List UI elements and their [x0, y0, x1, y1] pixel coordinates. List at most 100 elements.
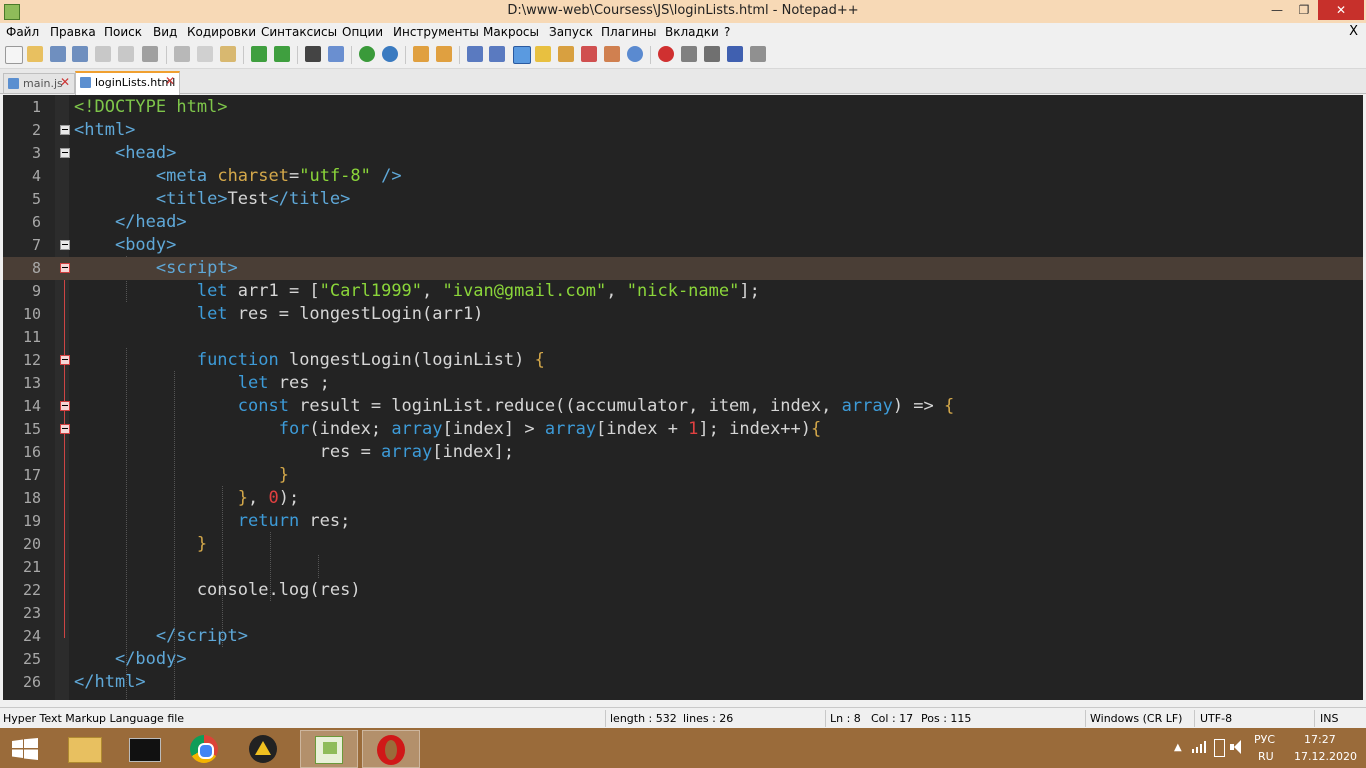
fold-toggle-icon[interactable]	[60, 401, 70, 411]
line-number: 8	[31, 259, 41, 277]
play-macro-icon[interactable]	[704, 46, 720, 62]
copy-icon[interactable]	[197, 46, 213, 62]
aimp-icon[interactable]	[236, 730, 292, 766]
stop-macro-icon[interactable]	[681, 46, 697, 62]
zoom-in-icon[interactable]	[359, 46, 375, 62]
menu-syntax[interactable]: Синтаксисы	[261, 25, 337, 39]
code-line-current: 8 <script>	[3, 257, 1363, 280]
clock-time[interactable]: 17:27	[1304, 733, 1336, 746]
command-prompt-icon[interactable]	[116, 730, 172, 766]
windows-start-icon[interactable]	[12, 738, 38, 760]
function-list-icon[interactable]	[581, 46, 597, 62]
record-macro-icon[interactable]	[658, 46, 674, 62]
tray-overflow-icon[interactable]: ▲	[1174, 742, 1182, 753]
print-icon[interactable]	[142, 46, 158, 62]
find-icon[interactable]	[305, 46, 321, 62]
replace-icon[interactable]	[328, 46, 344, 62]
open-file-icon[interactable]	[27, 46, 43, 62]
define-language-icon[interactable]	[535, 46, 551, 62]
close-button[interactable]: ✕	[1318, 0, 1364, 20]
menu-options[interactable]: Опции	[342, 25, 383, 39]
title-bar: D:\www-web\Coursess\JS\loginLists.html -…	[0, 0, 1366, 23]
monitoring-icon[interactable]	[627, 46, 643, 62]
code-line: 7 <body>	[3, 234, 1363, 257]
tab-close-icon[interactable]: ✕	[60, 75, 70, 89]
notepad-plus-plus-taskbar-icon[interactable]	[300, 730, 358, 768]
menu-search[interactable]: Поиск	[104, 25, 142, 39]
doc-length: length : 532	[610, 712, 677, 725]
menu-help[interactable]: ?	[724, 25, 730, 39]
folder-workspace-icon[interactable]	[604, 46, 620, 62]
run-macro-multiple-icon[interactable]	[727, 46, 743, 62]
line-number: 18	[22, 489, 41, 507]
save-all-icon[interactable]	[72, 46, 88, 62]
encoding[interactable]: UTF-8	[1200, 712, 1232, 725]
word-wrap-icon[interactable]	[467, 46, 483, 62]
menu-run[interactable]: Запуск	[549, 25, 593, 39]
file-explorer-icon[interactable]	[56, 730, 112, 766]
menu-view[interactable]: Вид	[153, 25, 177, 39]
line-number: 4	[31, 167, 41, 185]
close-document-button[interactable]: X	[1349, 24, 1358, 39]
toolbar-separator	[650, 46, 651, 64]
paste-icon[interactable]	[220, 46, 236, 62]
tab-close-icon[interactable]: ✕	[165, 74, 175, 88]
redo-icon[interactable]	[274, 46, 290, 62]
menu-edit[interactable]: Правка	[50, 25, 96, 39]
clock-date[interactable]: 17.12.2020	[1294, 750, 1357, 763]
opera-icon[interactable]	[362, 730, 420, 768]
network-icon[interactable]	[1192, 741, 1208, 753]
sync-vertical-icon[interactable]	[413, 46, 429, 62]
zoom-out-icon[interactable]	[382, 46, 398, 62]
fold-toggle-icon[interactable]	[60, 355, 70, 365]
line-number: 17	[22, 466, 41, 484]
menu-file[interactable]: Файл	[6, 25, 39, 39]
tab-main-js[interactable]: main.js ✕	[3, 73, 75, 93]
toolbar-separator	[166, 46, 167, 64]
fold-toggle-icon[interactable]	[60, 263, 70, 273]
close-file-icon[interactable]	[95, 46, 111, 62]
language-indicator[interactable]: РУС	[1254, 733, 1275, 746]
close-all-icon[interactable]	[118, 46, 134, 62]
code-line: 23	[3, 602, 1363, 625]
maximize-button[interactable]: ❐	[1289, 0, 1319, 20]
fold-toggle-icon[interactable]	[60, 125, 70, 135]
battery-icon[interactable]	[1214, 739, 1225, 757]
menu-tabs[interactable]: Вкладки	[665, 25, 719, 39]
tab-login-lists-html[interactable]: loginLists.html ✕	[75, 71, 180, 95]
cursor-pos: Pos : 115	[921, 712, 972, 725]
language-region[interactable]: RU	[1258, 750, 1274, 763]
code-line: 21	[3, 556, 1363, 579]
code-line: 12 function longestLogin(loginList) {	[3, 349, 1363, 372]
undo-icon[interactable]	[251, 46, 267, 62]
line-number: 5	[31, 190, 41, 208]
chrome-icon[interactable]	[176, 730, 232, 766]
show-all-chars-icon[interactable]	[489, 46, 505, 62]
menu-macros[interactable]: Макросы	[483, 25, 539, 39]
line-number: 11	[22, 328, 41, 346]
code-line: 6 </head>	[3, 211, 1363, 234]
line-number: 25	[22, 650, 41, 668]
minimize-button[interactable]: —	[1262, 0, 1292, 20]
fold-toggle-icon[interactable]	[60, 240, 70, 250]
save-icon[interactable]	[50, 46, 66, 62]
eol-format[interactable]: Windows (CR LF)	[1090, 712, 1182, 725]
save-macro-icon[interactable]	[750, 46, 766, 62]
insert-mode[interactable]: INS	[1320, 712, 1338, 725]
indent-guide-icon[interactable]	[513, 46, 531, 64]
menu-plugins[interactable]: Плагины	[601, 25, 656, 39]
menu-tools[interactable]: Инструменты	[393, 25, 479, 39]
code-line: 20 }	[3, 533, 1363, 556]
code-line: 14 const result = loginList.reduce((accu…	[3, 395, 1363, 418]
code-editor[interactable]: 1 <!DOCTYPE html> 2 <html> 3 <head> 4 <met…	[3, 95, 1363, 700]
doc-map-icon[interactable]	[558, 46, 574, 62]
cut-icon[interactable]	[174, 46, 190, 62]
code-line: 16 res = array[index];	[3, 441, 1363, 464]
new-file-icon[interactable]	[5, 46, 23, 64]
fold-toggle-icon[interactable]	[60, 424, 70, 434]
sync-horizontal-icon[interactable]	[436, 46, 452, 62]
volume-icon[interactable]	[1230, 740, 1244, 754]
fold-toggle-icon[interactable]	[60, 148, 70, 158]
line-number: 10	[22, 305, 41, 323]
menu-encoding[interactable]: Кодировки	[187, 25, 256, 39]
